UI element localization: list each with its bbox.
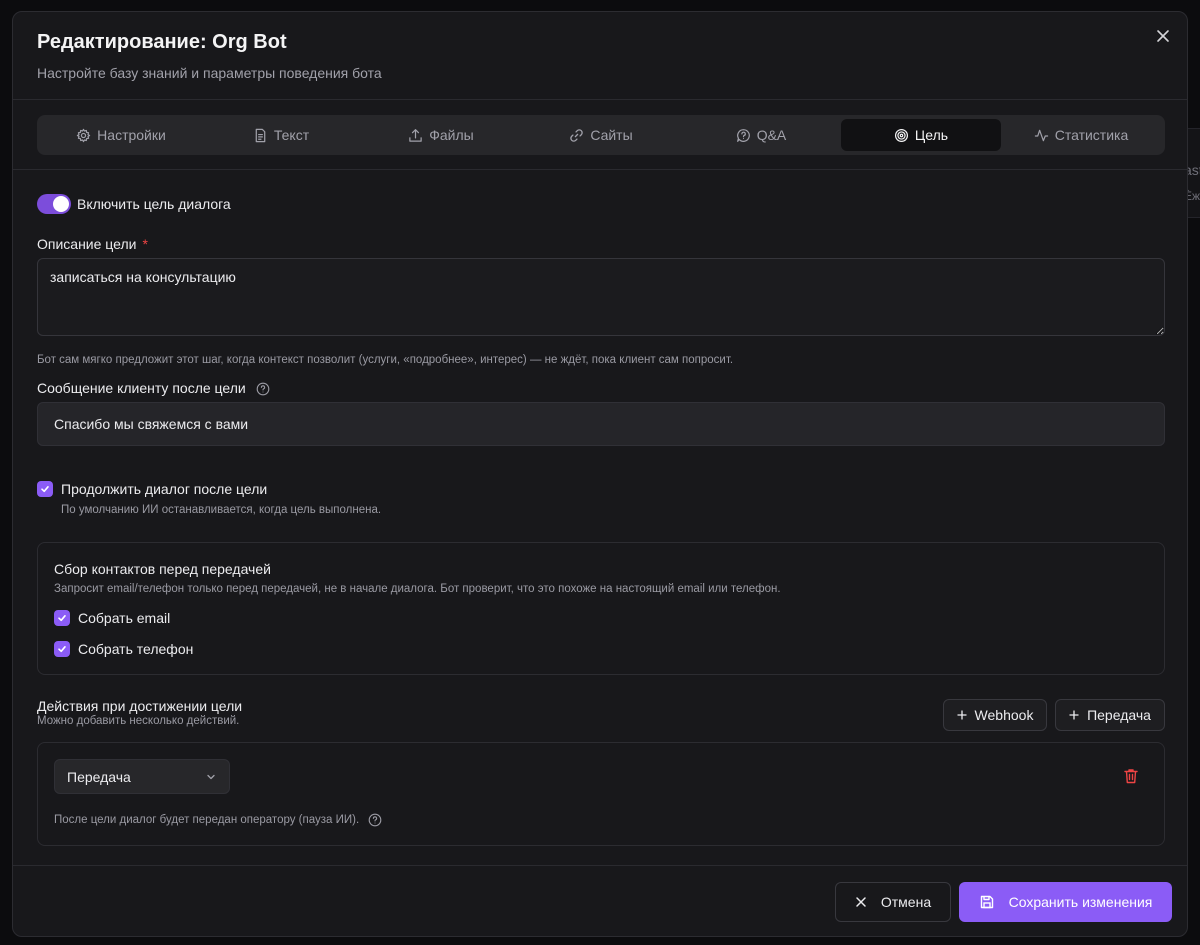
activity-icon xyxy=(1034,129,1048,141)
collect-phone-checkbox[interactable] xyxy=(54,641,70,657)
tab-label: Q&A xyxy=(756,127,787,143)
close-icon xyxy=(856,897,866,907)
action-type-value: Передача xyxy=(67,768,131,785)
gear-icon xyxy=(76,128,91,142)
actions-hint: Можно добавить несколько действий. xyxy=(37,715,240,727)
collect-email-checkbox[interactable] xyxy=(54,610,70,626)
save-button[interactable]: Сохранить изменения xyxy=(959,882,1172,922)
action-item-panel: Передача После цели диалог будет передан… xyxy=(37,742,1165,846)
edit-bot-modal: Редактирование: Org Bot Настройте базу з… xyxy=(12,11,1188,937)
save-icon xyxy=(980,895,993,909)
plus-icon xyxy=(1069,710,1079,720)
goal-description-label-text: Описание цели xyxy=(37,236,137,252)
tab-label: Текст xyxy=(273,127,310,143)
file-text-icon xyxy=(255,128,266,142)
action-type-select[interactable]: Передача xyxy=(54,759,230,794)
collect-email-label: Собрать email xyxy=(78,610,171,626)
tab-goal[interactable]: Цель xyxy=(841,119,1001,151)
continue-dialog-label: Продолжить диалог после цели xyxy=(61,481,268,497)
tab-settings[interactable]: Настройки xyxy=(41,119,201,151)
goal-description-hint: Бот сам мягко предложит этот шаг, когда … xyxy=(37,354,734,366)
tab-bar: Настройки Текст Файлы Сайты Q&A Цель Ста… xyxy=(37,115,1165,155)
toggle-knob xyxy=(53,196,69,212)
client-message-label: Сообщение клиенту после цели xyxy=(37,380,270,396)
collect-phone-label: Собрать телефон xyxy=(78,641,194,657)
delete-action-button[interactable] xyxy=(1122,767,1140,785)
close-button[interactable] xyxy=(1153,26,1173,46)
help-circle-icon[interactable] xyxy=(368,813,382,827)
tab-statistics[interactable]: Статистика xyxy=(1001,119,1161,151)
modal-title: Редактирование: Org Bot xyxy=(37,31,287,53)
tabs-zone: Настройки Текст Файлы Сайты Q&A Цель Ста… xyxy=(13,100,1187,170)
save-label: Сохранить изменения xyxy=(1008,894,1153,910)
modal-subtitle: Настройте базу знаний и параметры поведе… xyxy=(37,65,382,81)
add-webhook-button[interactable]: Webhook xyxy=(943,699,1047,731)
target-icon xyxy=(894,128,908,142)
tab-label: Статистика xyxy=(1054,127,1129,143)
client-message-input[interactable] xyxy=(37,402,1165,446)
plus-icon xyxy=(956,710,967,720)
tab-label: Файлы xyxy=(429,127,474,143)
check-icon xyxy=(58,615,66,622)
goal-toggle-label: Включить цель диалога xyxy=(77,196,231,212)
check-icon xyxy=(41,486,49,493)
client-message-label-text: Сообщение клиенту после цели xyxy=(37,380,246,396)
add-transfer-label: Передача xyxy=(1087,707,1151,723)
action-item-hint: После цели диалог будет передан оператор… xyxy=(54,813,382,827)
tab-text[interactable]: Текст xyxy=(201,119,361,151)
help-circle-icon[interactable] xyxy=(256,382,270,396)
tab-label: Цель xyxy=(914,127,949,143)
cancel-label: Отмена xyxy=(880,894,932,910)
tab-sites[interactable]: Сайты xyxy=(521,119,681,151)
close-icon xyxy=(1157,30,1169,42)
contacts-title: Сбор контактов перед передачей xyxy=(54,561,271,577)
check-icon xyxy=(58,646,66,653)
action-item-hint-text: После цели диалог будет передан оператор… xyxy=(54,814,360,827)
message-question-icon xyxy=(736,128,750,142)
add-transfer-button[interactable]: Передача xyxy=(1055,699,1165,731)
continue-dialog-hint: По умолчанию ИИ останавливается, когда ц… xyxy=(61,504,382,516)
goal-toggle[interactable] xyxy=(37,194,71,214)
tab-qa[interactable]: Q&A xyxy=(681,119,841,151)
contacts-hint: Запросит email/телефон только перед пере… xyxy=(54,583,781,595)
cancel-button[interactable]: Отмена xyxy=(835,882,951,922)
tab-label: Сайты xyxy=(590,127,633,143)
tab-files[interactable]: Файлы xyxy=(361,119,521,151)
link-icon xyxy=(570,128,584,142)
modal-header: Редактирование: Org Bot Настройте базу з… xyxy=(13,12,1187,100)
continue-dialog-checkbox[interactable] xyxy=(37,481,53,497)
upload-icon xyxy=(409,128,422,142)
contacts-panel: Сбор контактов перед передачей Запросит … xyxy=(37,542,1165,675)
goal-description-label: Описание цели * xyxy=(37,236,148,252)
add-webhook-label: Webhook xyxy=(974,707,1034,723)
modal-footer: Отмена Сохранить изменения xyxy=(13,865,1187,936)
required-mark: * xyxy=(142,236,148,252)
goal-description-textarea[interactable] xyxy=(37,258,1165,336)
tab-label: Настройки xyxy=(97,127,166,143)
chevron-down-icon xyxy=(207,774,215,780)
actions-title: Действия при достижении цели xyxy=(37,698,243,714)
